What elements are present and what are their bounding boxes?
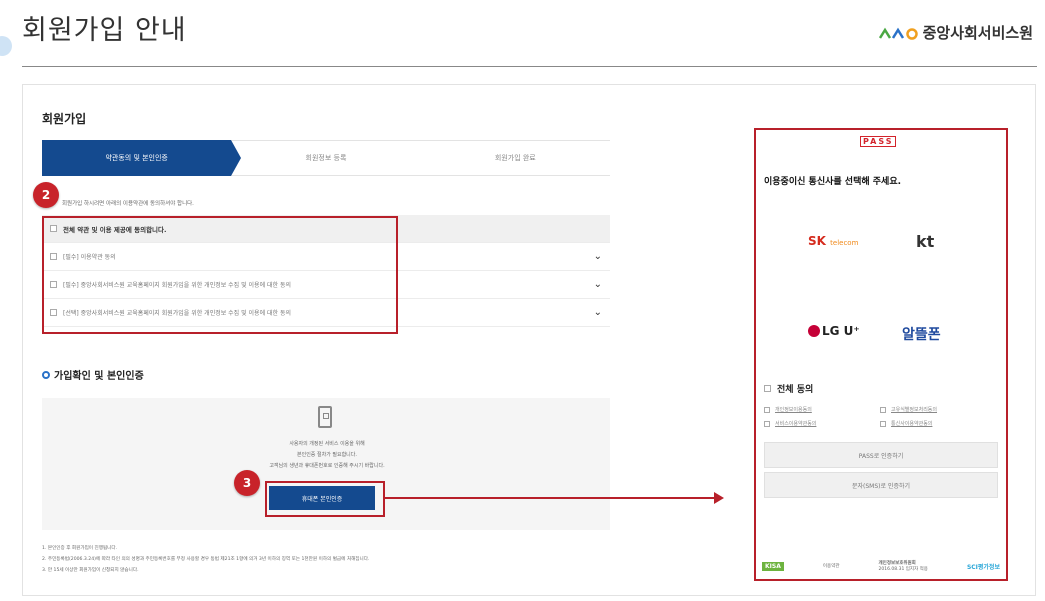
circle-bullet-icon <box>42 370 50 379</box>
note-line: 3. 만 15세 이상만 회원가입이 신청되지 않습니다. <box>42 568 139 573</box>
pass-agree-all-label: 전체 동의 <box>777 385 814 395</box>
annotation-badge-3: 3 <box>234 470 260 496</box>
phone-icon <box>318 406 332 428</box>
brand-mark-icon <box>878 26 919 40</box>
agree-item-label[interactable]: 고유식별정보처리동의 <box>891 406 937 413</box>
pass-auth-button[interactable]: PASS로 인증하기 <box>764 442 998 468</box>
footer-mid-title: 개인정보보호위원회 <box>878 561 916 566</box>
pass-logo: PASS <box>860 136 897 147</box>
carrier-lgu-label: LG U⁺ <box>822 324 860 338</box>
agree-item[interactable]: 개인정보이용동의 <box>764 406 812 413</box>
note-line: 1. 본인인증 후 회원가입이 진행됩니다. <box>42 546 118 551</box>
agree-item[interactable]: 서비스이용약관동의 <box>764 420 816 427</box>
header-divider <box>22 66 1037 67</box>
page-title: 회원가입 안내 <box>22 15 187 46</box>
pass-agree-all[interactable]: 전체 동의 <box>764 382 813 395</box>
agree-item[interactable]: 통신사이용약관동의 <box>880 420 932 427</box>
kisa-logo: KISA <box>762 561 784 571</box>
verify-title-text: 가입확인 및 본인인증 <box>54 371 144 382</box>
sci-logo: SCI평가정보 <box>966 563 1000 571</box>
carrier-sk-sub: telecom <box>830 239 859 247</box>
brand-name: 중앙사회서비스원 <box>922 24 1033 42</box>
pass-footer: KISA 이용약관 개인정보보호위원회 2016.08.31 입지자 적용 SC… <box>762 558 1000 574</box>
signup-section-title: 회원가입 <box>42 112 87 126</box>
checkbox[interactable] <box>764 420 770 427</box>
carrier-lgu[interactable]: LG U⁺ <box>808 324 860 338</box>
footer-date: 2016.08.31 입지자 적용 <box>878 567 928 572</box>
brand-logo: 중앙사회서비스원 <box>878 22 1033 43</box>
checkbox[interactable] <box>764 406 770 413</box>
arrow-line <box>385 497 715 499</box>
verify-text: 사용자의 개정된 서비스 이용을 위해 <box>289 441 365 447</box>
footer-left[interactable]: 이용약관 <box>823 563 840 569</box>
sms-auth-button[interactable]: 문자(SMS)로 인증하기 <box>764 472 998 498</box>
signup-steps: 약관동의 및 본인인증 회원정보 등록 회원가입 완료 <box>42 140 610 176</box>
step-register: 회원정보 등록 <box>231 140 421 176</box>
highlight-box-button <box>265 481 385 517</box>
lg-logo-icon <box>808 325 820 337</box>
notes: 1. 본인인증 후 회원가입이 진행됩니다. 2. 주민등록법(2006.3.2… <box>42 543 369 576</box>
highlight-box-terms <box>42 216 398 334</box>
agree-item-label[interactable]: 통신사이용약관동의 <box>891 420 932 427</box>
carrier-mvno[interactable]: 알뜰폰 <box>902 324 941 344</box>
agree-item-label[interactable]: 서비스이용약관동의 <box>775 420 816 427</box>
verify-text: 고객님의 생년과 휴대폰번호로 인증해 주시기 바랍니다. <box>269 463 385 469</box>
agree-item-label[interactable]: 개인정보이용동의 <box>775 406 812 413</box>
carrier-kt[interactable]: kt <box>916 232 934 251</box>
verify-text: 본인인증 절차가 필요합니다. <box>297 452 357 458</box>
decorative-dot <box>0 36 12 56</box>
pass-popup: PASS 이용중이신 통신사를 선택해 주세요. SK telecom kt L… <box>754 128 1008 581</box>
carrier-question: 이용중이신 통신사를 선택해 주세요. <box>764 177 902 187</box>
terms-intro: 회원가입 하시려면 아래의 이용약관에 동의하셔야 합니다. <box>62 201 194 207</box>
chevron-down-icon[interactable]: ⌄ <box>594 251 602 262</box>
checkbox[interactable] <box>880 406 886 413</box>
arrow-right-icon <box>714 492 724 504</box>
note-line: 2. 주민등록법(2006.3.24)에 따라 타인 의의 성명과 주민등록번호… <box>42 557 370 562</box>
chevron-down-icon[interactable]: ⌄ <box>594 279 602 290</box>
footer-mid: 개인정보보호위원회 2016.08.31 입지자 적용 <box>879 560 928 572</box>
chevron-down-icon[interactable]: ⌄ <box>594 307 602 318</box>
carrier-sk-telecom[interactable]: SK telecom <box>808 234 858 248</box>
agree-item[interactable]: 고유식별정보처리동의 <box>880 406 937 413</box>
verify-section-title: 가입확인 및 본인인증 <box>42 367 144 382</box>
carrier-sk-label: SK <box>808 234 826 248</box>
step-complete: 회원가입 완료 <box>420 140 610 176</box>
checkbox[interactable] <box>764 385 771 392</box>
annotation-badge-2: 2 <box>33 182 59 208</box>
checkbox[interactable] <box>880 420 886 427</box>
step-terms: 약관동의 및 본인인증 <box>42 140 242 176</box>
